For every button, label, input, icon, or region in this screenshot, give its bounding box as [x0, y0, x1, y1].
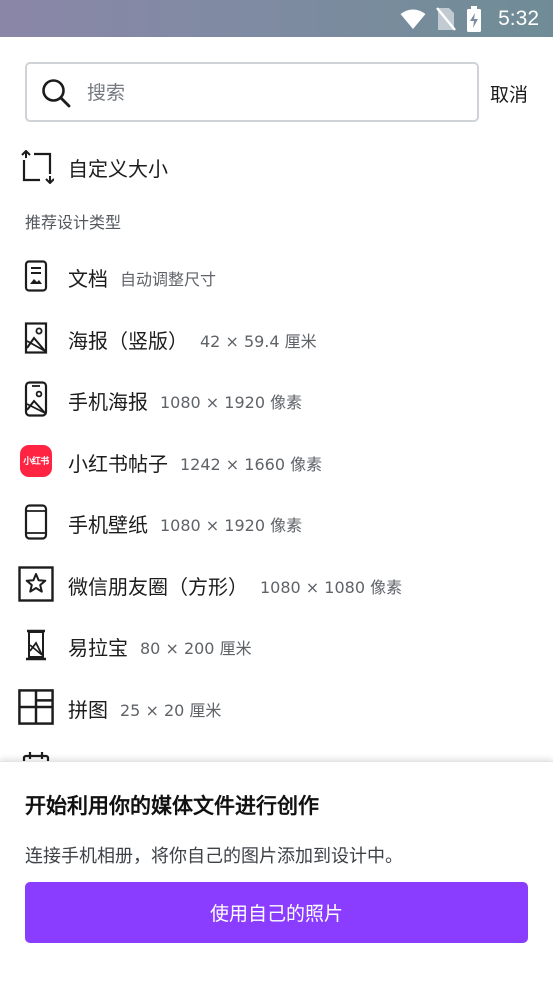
custom-size-label: 自定义大小: [68, 157, 168, 181]
design-type-list: 文档 自动调整尺寸 海报（竖版） 42 × 59.4 厘米 手机海报 1080 × 1…: [0, 245, 553, 799]
design-type-size: 1242 × 1660 像素: [180, 454, 323, 474]
cancel-button[interactable]: 取消: [490, 78, 550, 108]
design-type-size: 1080 × 1920 像素: [160, 393, 303, 412]
no-sim-icon: [436, 7, 457, 31]
design-type-wechat-moments[interactable]: 微信朋友圈（方形） 1080 × 1080 像素: [0, 553, 553, 615]
design-type-name: 文档: [68, 267, 108, 291]
search-box[interactable]: [25, 62, 479, 122]
design-type-poster-portrait[interactable]: 海报（竖版） 42 × 59.4 厘米: [0, 307, 553, 369]
design-type-phone-wallpaper[interactable]: 手机壁纸 1080 × 1920 像素: [0, 491, 553, 553]
poster-icon: [18, 320, 54, 356]
search-row: 取消: [0, 37, 553, 143]
status-icons: 5:32: [400, 6, 539, 32]
design-type-name: 易拉宝: [68, 636, 128, 660]
design-type-name: 拼图: [68, 697, 108, 722]
design-type-size: 1080 × 1920 像素: [160, 516, 303, 535]
design-type-size: 25 × 20 厘米: [120, 700, 222, 720]
document-icon: [18, 258, 54, 294]
xiaohongshu-icon: 小红书: [18, 443, 54, 479]
section-heading: 推荐设计类型: [25, 213, 122, 232]
status-bar: 5:32: [0, 0, 553, 37]
xiaohongshu-badge: 小红书: [20, 444, 52, 477]
design-type-size: 1080 × 1080 像素: [260, 577, 403, 597]
design-type-size: 自动调整尺寸: [120, 270, 217, 289]
search-input[interactable]: [87, 74, 467, 112]
sheet-description: 连接手机相册，将你自己的图片添加到设计中。: [25, 846, 403, 867]
design-type-name: 手机海报: [68, 390, 148, 414]
design-type-xiaohongshu-post[interactable]: 小红书 小红书帖子 1242 × 1660 像素: [0, 430, 553, 492]
battery-charging-icon: [467, 6, 482, 32]
roll-up-banner-icon: [18, 627, 54, 663]
search-icon: [42, 79, 71, 108]
use-own-photos-button[interactable]: 使用自己的照片: [25, 882, 528, 943]
sheet-title: 开始利用你的媒体文件进行创作: [25, 794, 319, 818]
design-type-collage[interactable]: 拼图 25 × 20 厘米: [0, 676, 553, 738]
design-type-name: 微信朋友圈（方形）: [68, 574, 248, 599]
design-type-name: 小红书帖子: [68, 451, 168, 476]
phone-wallpaper-icon: [18, 504, 54, 540]
star-frame-icon: [18, 565, 54, 602]
design-type-name: 手机壁纸: [68, 513, 148, 537]
resize-icon: [21, 150, 54, 184]
design-type-size: 80 × 200 厘米: [140, 639, 252, 658]
design-type-phone-poster[interactable]: 手机海报 1080 × 1920 像素: [0, 368, 553, 430]
design-type-size: 42 × 59.4 厘米: [200, 331, 317, 351]
design-type-name: 海报（竖版）: [68, 328, 188, 353]
design-type-roll-up-banner[interactable]: 易拉宝 80 × 200 厘米: [0, 614, 553, 676]
phone-poster-icon: [18, 381, 54, 417]
wifi-icon: [400, 9, 426, 29]
design-type-document[interactable]: 文档 自动调整尺寸: [0, 245, 553, 307]
status-time: 5:32: [498, 7, 539, 30]
collage-icon: [18, 688, 54, 725]
media-upload-sheet: 开始利用你的媒体文件进行创作 连接手机相册，将你自己的图片添加到设计中。 使用自…: [0, 761, 553, 983]
custom-size-button[interactable]: 自定义大小: [0, 143, 553, 191]
